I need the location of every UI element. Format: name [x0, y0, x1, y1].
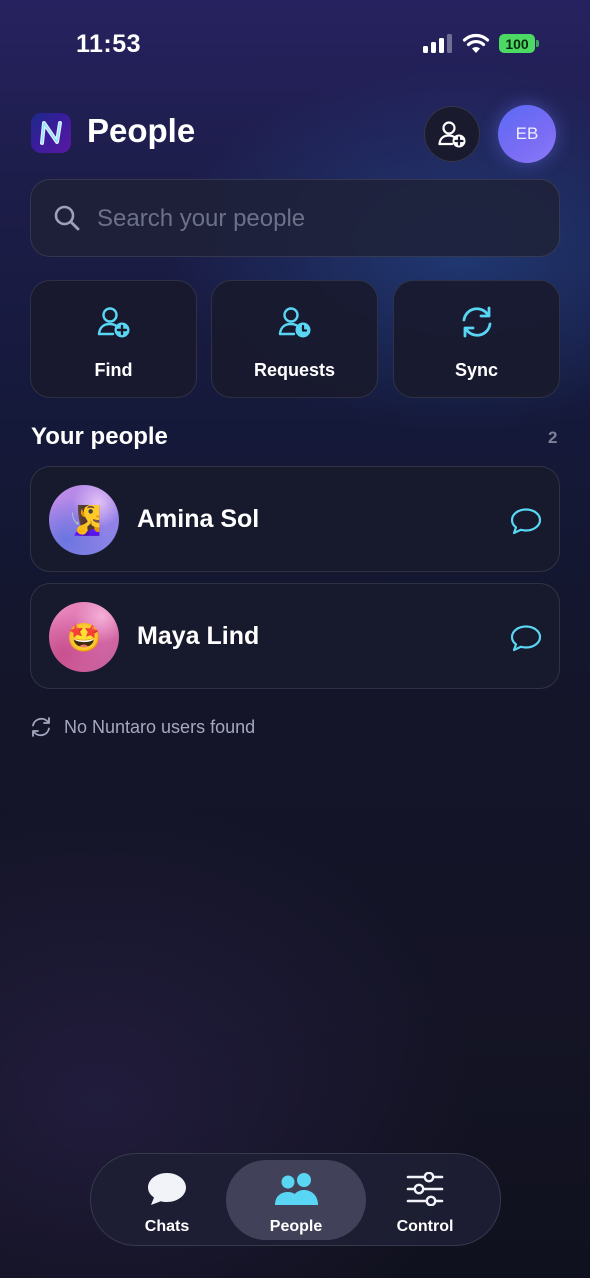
person-name: Maya Lind: [137, 622, 260, 650]
search-icon: [54, 205, 80, 231]
people-icon: [275, 1173, 318, 1205]
tab-chats-label: Chats: [144, 1218, 190, 1235]
sync-status-text: No Nuntaro users found: [64, 716, 256, 737]
page-title: People: [87, 112, 196, 149]
add-person-button[interactable]: [424, 106, 480, 162]
search-input[interactable]: [97, 198, 517, 240]
sync-status: No Nuntaro users found: [30, 716, 255, 738]
cellular-signal-icon: [423, 34, 452, 53]
battery-level: 100: [499, 34, 535, 53]
sliders-icon: [406, 1172, 444, 1206]
n-logo-icon: [40, 121, 62, 145]
avatar-emoji: 🤩: [66, 621, 102, 653]
user-clock-icon: [278, 307, 310, 338]
avatar: 🤩: [49, 602, 119, 672]
chat-bubble-icon: [148, 1173, 186, 1205]
person-row[interactable]: 🧏‍♀️ Amina Sol: [30, 466, 560, 572]
person-row[interactable]: 🤩 Maya Lind: [30, 583, 560, 689]
tab-control-label: Control: [396, 1218, 454, 1235]
requests-label: Requests: [253, 360, 336, 380]
find-button[interactable]: Find: [30, 280, 197, 398]
chat-bubble-icon[interactable]: [510, 507, 542, 535]
tab-control[interactable]: Control: [355, 1160, 495, 1240]
tab-people[interactable]: People: [226, 1160, 366, 1240]
tab-people-label: People: [269, 1218, 323, 1235]
profile-avatar-button[interactable]: EB: [498, 105, 556, 163]
user-plus-icon: [97, 307, 129, 338]
app-logo: [31, 113, 71, 153]
user-plus-icon: [438, 121, 466, 148]
find-label: Find: [94, 360, 133, 380]
sync-button[interactable]: Sync: [393, 280, 560, 398]
avatar: 🧏‍♀️: [49, 485, 119, 555]
wifi-icon: [462, 33, 490, 53]
sync-label: Sync: [454, 360, 499, 380]
tab-chats[interactable]: Chats: [97, 1160, 237, 1240]
avatar-emoji: 🧏‍♀️: [66, 504, 102, 536]
search-bar: [30, 179, 560, 257]
requests-button[interactable]: Requests: [211, 280, 378, 398]
sync-icon: [32, 717, 50, 737]
chat-bubble-icon[interactable]: [510, 624, 542, 652]
sync-icon: [462, 306, 491, 338]
person-name: Amina Sol: [137, 505, 260, 533]
section-title: Your people: [31, 423, 168, 450]
people-count: 2: [548, 428, 558, 447]
status-time: 11:53: [76, 30, 142, 58]
tab-bar: Chats People Control: [90, 1153, 501, 1246]
battery-icon: 100: [499, 34, 539, 53]
